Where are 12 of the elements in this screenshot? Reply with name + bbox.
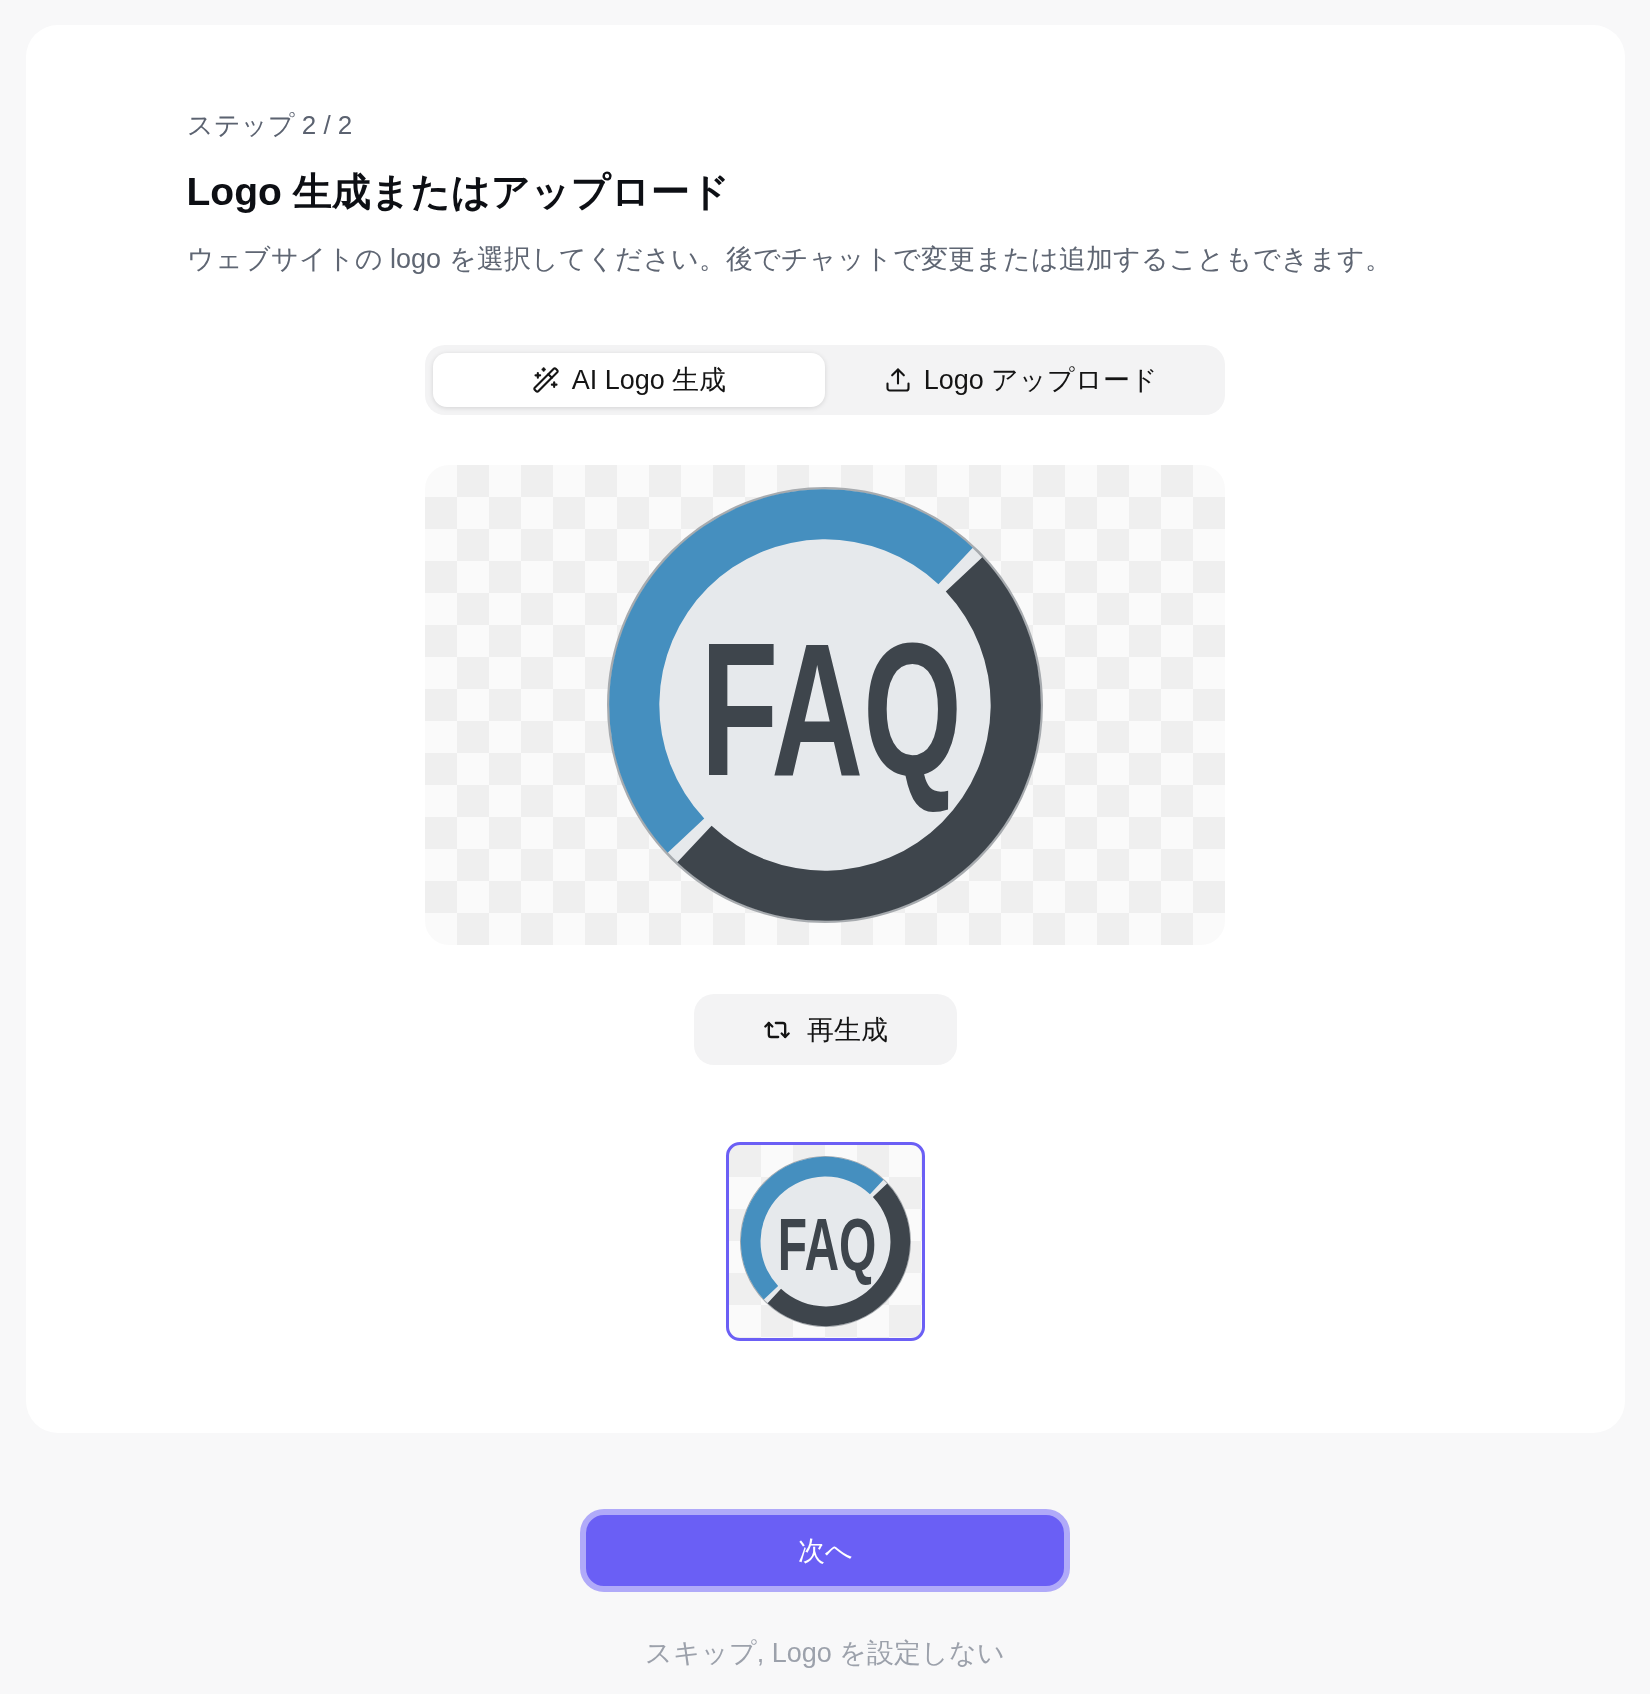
logo-thumbnail[interactable]: FAQ — [725, 1142, 925, 1341]
next-button[interactable]: 次へ — [580, 1509, 1070, 1592]
logo-text: FAQ — [700, 602, 962, 817]
step-label: ステップ 2 / 2 — [186, 109, 353, 142]
magic-wand-icon — [531, 366, 560, 394]
logo-text: FAQ — [777, 1200, 877, 1288]
page-title: Logo 生成またはアップロード — [186, 169, 730, 215]
upload-icon — [883, 366, 912, 394]
regenerate-button[interactable]: 再生成 — [693, 994, 957, 1065]
tab[interactable]: Logo アップロード — [825, 353, 1217, 407]
description-text: ウェブサイトの logo を選択してください。後でチャットで変更または追加することもできます。 — [186, 243, 1392, 276]
tab[interactable]: AI Logo 生成 — [433, 353, 825, 407]
